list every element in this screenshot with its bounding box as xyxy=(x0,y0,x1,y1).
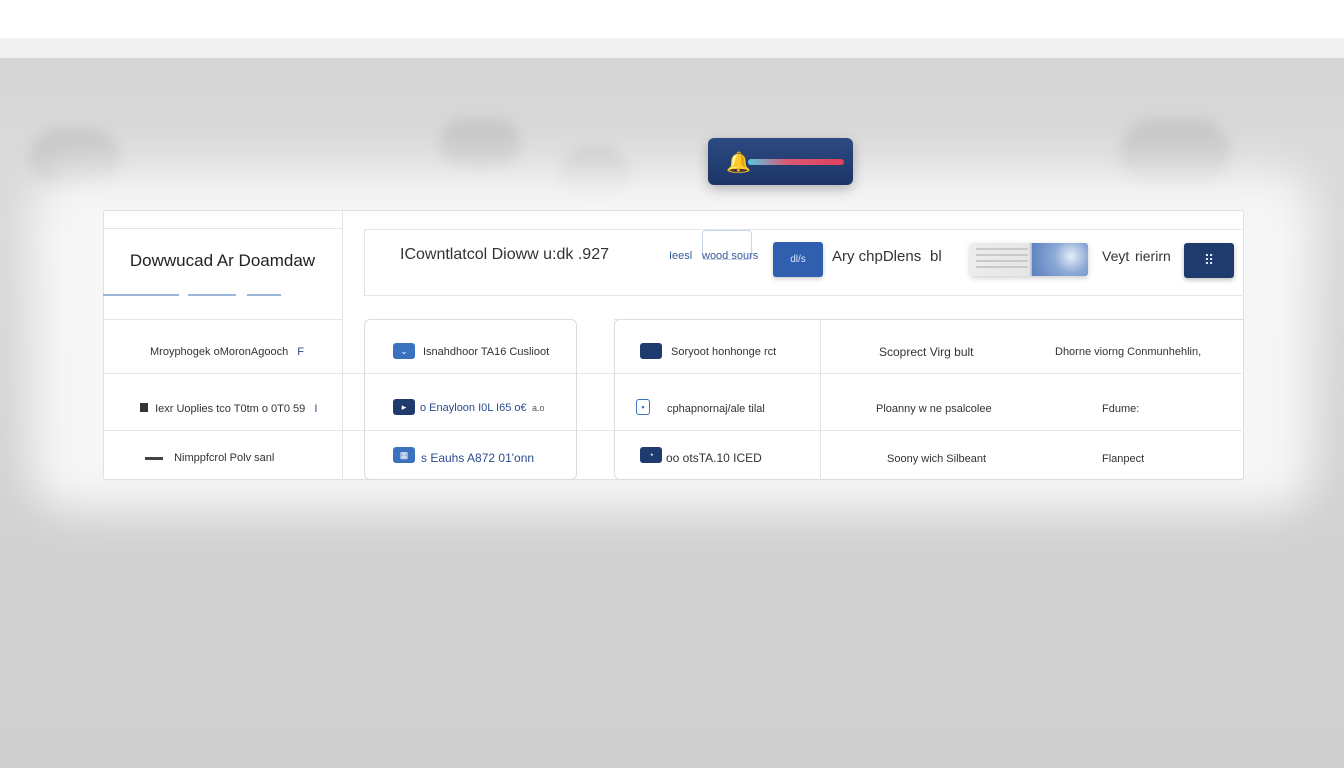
blurred-shape xyxy=(440,118,520,168)
detail-row[interactable]: cphapnornaj/ale tilal xyxy=(667,403,765,415)
doc-icon: ▪ xyxy=(636,399,650,415)
header-divider xyxy=(364,229,365,295)
header-rule xyxy=(364,295,1242,296)
detail-value: Ploanny w ne psalcolee xyxy=(876,403,992,415)
header-small-label: wood sours xyxy=(702,250,759,262)
grid-menu-button[interactable]: ⠿ xyxy=(1184,243,1234,278)
file-row-suffix: a.o xyxy=(532,403,545,413)
list-item-label: Nimppfcrol Polv sanl xyxy=(174,452,275,464)
tab-indicator[interactable] xyxy=(103,294,179,296)
row-divider xyxy=(103,319,342,320)
marker-text: I xyxy=(314,403,318,415)
panel-title: Dowwucad Ar Doamdaw xyxy=(129,251,316,270)
notification-banner[interactable]: 🔔 xyxy=(708,138,853,185)
thumbnail-image xyxy=(1032,243,1088,276)
column-divider xyxy=(342,211,343,478)
header-text: Veyt xyxy=(1102,248,1130,264)
dash-icon xyxy=(145,456,163,460)
list-item[interactable]: Mroyphogek oMoronAgooch F xyxy=(150,346,304,358)
header-text: rierirn xyxy=(1135,248,1171,264)
detail-value: Soony wich Silbeant xyxy=(887,453,987,465)
detail-value: Dhorne viorng Conmunhehlin, xyxy=(1055,346,1202,358)
browser-top-bar xyxy=(0,0,1344,38)
chevron-icon: ⌄ xyxy=(393,343,415,359)
image-icon: ▦ xyxy=(393,447,415,463)
header-rule xyxy=(103,228,342,229)
list-item[interactable]: Nimppfcrol Polv sanl xyxy=(145,452,274,464)
tab-indicator[interactable] xyxy=(188,294,236,296)
tab-indicator[interactable] xyxy=(247,294,281,296)
grid-icon: ⠿ xyxy=(1203,252,1215,268)
bullet-icon xyxy=(140,403,148,412)
list-item-label: Mroyphogek oMoronAgooch xyxy=(150,346,289,358)
clock-icon: ◔ xyxy=(640,447,662,463)
preview-thumbnail[interactable] xyxy=(970,243,1088,276)
list-item-label: Iexr Uoplies tco T0tm o 0T0 59 xyxy=(155,403,306,415)
play-icon: ▸ xyxy=(393,399,415,415)
detail-row[interactable]: Soryoot honhonge rct xyxy=(671,346,776,358)
thumbnail-lines xyxy=(976,248,1028,270)
progress-bar xyxy=(748,159,844,165)
detail-value: Flanpect xyxy=(1102,453,1145,465)
list-item[interactable]: Iexr Uoplies tco T0tm o 0T0 59 I xyxy=(140,403,317,415)
header-small-label: Ieesl xyxy=(669,250,693,262)
download-status-title: ICowntlatcol Dioww u:dk .927 xyxy=(400,246,609,263)
header-text: Ary chpDlens xyxy=(832,248,922,265)
card-icon xyxy=(640,343,662,359)
detail-value: Scoprect Virg bult xyxy=(879,345,974,359)
detail-value: Fdume: xyxy=(1102,403,1140,415)
file-row[interactable]: s Eauhs A872 01'onn xyxy=(421,451,534,465)
header-text: bl xyxy=(930,248,942,265)
flag-icon: F xyxy=(297,346,304,358)
browser-sub-bar xyxy=(0,38,1344,58)
action-button[interactable]: dl/s xyxy=(773,242,823,277)
header-rule xyxy=(364,229,1242,230)
detail-row[interactable]: oo otsTA.10 ICED xyxy=(666,451,762,465)
file-row[interactable]: Isnahdhoor TA16 Cuslioot xyxy=(423,346,549,358)
file-row[interactable]: o Enayloon I0L I65 o€ xyxy=(420,402,527,414)
